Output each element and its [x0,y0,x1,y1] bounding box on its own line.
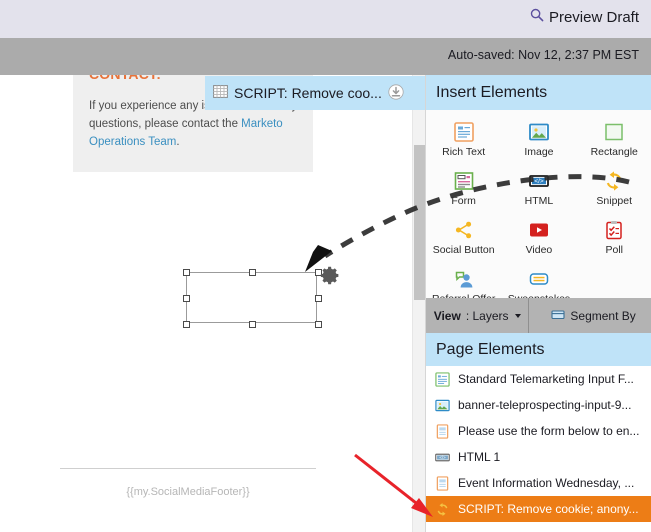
insert-element-snippet[interactable]: Snippet [577,165,651,214]
list-item[interactable]: banner-teleprospecting-input-9... [426,392,651,418]
gear-icon[interactable] [320,265,341,291]
html-icon: </> [434,449,450,465]
footer-divider [60,468,316,469]
svg-text:</>: </> [439,454,446,459]
resize-handle-top-center[interactable] [249,269,256,276]
chevron-down-icon [514,313,521,318]
svg-text:</>: </> [534,178,544,185]
rectangle-icon [603,120,625,144]
insert-element-label: Rich Text [442,146,486,158]
image-icon [528,120,550,144]
list-item-label: HTML 1 [458,450,501,464]
page-elements-list: Standard Telemarketing Input F... banner… [426,366,651,522]
insert-element-label: Rectangle [590,146,638,158]
list-item-label: Standard Telemarketing Input F... [458,372,634,386]
canvas-vertical-scrollbar[interactable] [412,75,425,532]
magnifier-icon [530,8,544,26]
list-item-label: SCRIPT: Remove cookie; anony... [458,502,639,516]
resize-handle-bottom-left[interactable] [183,321,190,328]
body-line-2-prefix: questions, please contact the [89,118,242,130]
insert-element-rich-text[interactable]: Rich Text [426,116,501,165]
download-circle-icon [388,83,404,103]
insert-row-3: Social Button Video Poll [426,214,651,263]
preview-draft-label: Preview Draft [548,8,639,26]
canvas-scrollbar-thumb[interactable] [414,145,425,300]
operations-team-link[interactable]: Operations Team [89,136,176,148]
grid-icon [213,85,228,101]
view-layers-dropdown[interactable]: View : Layers [426,298,530,333]
rich-text-icon [434,371,450,387]
contact-heading: CONTACT: [89,75,161,82]
view-value: : Layers [465,308,509,323]
social-button-icon [453,218,475,242]
insert-element-html[interactable]: </> HTML [501,165,576,214]
snippet-icon [434,501,450,517]
drag-ghost-text: SCRIPT: Remove coo... [234,85,382,101]
insert-element-label: Image [524,146,554,158]
insert-row-1: Rich Text Image Rectangle [426,116,651,165]
segment-by-label: Segment By [570,308,636,323]
drag-ghost-label[interactable]: SCRIPT: Remove coo... [205,76,425,110]
right-side-panel: Insert Elements Rich Text Image Rectangl… [425,75,651,532]
insert-element-image[interactable]: Image [501,116,576,165]
text-box-icon [434,423,450,439]
resize-handle-top-left[interactable] [183,269,190,276]
resize-handle-bottom-center[interactable] [249,321,256,328]
rich-text-icon [453,120,475,144]
selected-rectangle-element[interactable] [183,266,339,328]
autosave-status: Auto-saved: Nov 12, 2:37 PM EST [447,48,639,62]
referral-offer-icon [453,267,475,291]
insert-row-2: Form </> HTML Snippet [426,165,651,214]
resize-handle-middle-left[interactable] [183,295,190,302]
view-label: View [433,308,461,323]
list-item[interactable]: </> HTML 1 [426,444,651,470]
text-box-icon [434,475,450,491]
page-canvas[interactable]: CONTACT: If you experience any issues or… [0,75,412,532]
video-icon [528,218,550,242]
marketo-landing-page-editor: Preview Draft Auto-saved: Nov 12, 2:37 P… [0,0,651,532]
list-item-label: Event Information Wednesday, ... [458,476,635,490]
insert-element-label: Snippet [596,195,633,207]
preview-draft-button[interactable]: Preview Draft [530,8,639,26]
list-item-selected[interactable]: SCRIPT: Remove cookie; anony... [426,496,651,522]
sweepstakes-icon [528,267,550,291]
html-icon: </> [528,169,550,193]
resize-handle-bottom-right[interactable] [315,321,322,328]
resize-handle-middle-right[interactable] [315,295,322,302]
list-item[interactable]: Standard Telemarketing Input F... [426,366,651,392]
list-item-label: Please use the form below to en... [458,424,640,438]
image-icon [434,397,450,413]
segment-icon [551,308,565,324]
insert-element-form[interactable]: Form [426,165,501,214]
marketo-link[interactable]: Marketo [241,118,283,130]
snippet-icon [603,169,625,193]
list-item-label: banner-teleprospecting-input-9... [458,398,632,412]
insert-element-label: Form [451,195,476,207]
poll-icon [603,218,625,242]
segment-by-button[interactable]: Segment By [529,298,651,333]
insert-elements-header: Insert Elements [426,75,651,110]
view-toolbar: View : Layers Segment By [426,298,651,333]
list-item[interactable]: Please use the form below to en... [426,418,651,444]
insert-element-label: HTML [524,195,554,207]
page-elements-title: Page Elements [436,340,545,358]
social-media-footer-token[interactable]: {{my.SocialMediaFooter}} [60,486,316,498]
insert-element-label: Poll [605,244,623,256]
insert-element-social-button[interactable]: Social Button [426,214,501,263]
page-elements-header: Page Elements [426,333,651,366]
list-item[interactable]: Event Information Wednesday, ... [426,470,651,496]
insert-element-poll[interactable]: Poll [577,214,651,263]
insert-elements-title: Insert Elements [436,83,548,101]
insert-element-label: Video [525,244,553,256]
insert-element-rectangle[interactable]: Rectangle [577,116,651,165]
top-bar: Preview Draft [0,0,651,38]
autosave-bar: Auto-saved: Nov 12, 2:37 PM EST [0,38,651,75]
body-line-3-suffix: . [176,136,180,148]
form-icon [453,169,475,193]
insert-elements-grid: Rich Text Image Rectangle Form </> HTML … [426,110,651,305]
insert-element-video[interactable]: Video [501,214,576,263]
insert-element-label: Social Button [432,244,495,256]
